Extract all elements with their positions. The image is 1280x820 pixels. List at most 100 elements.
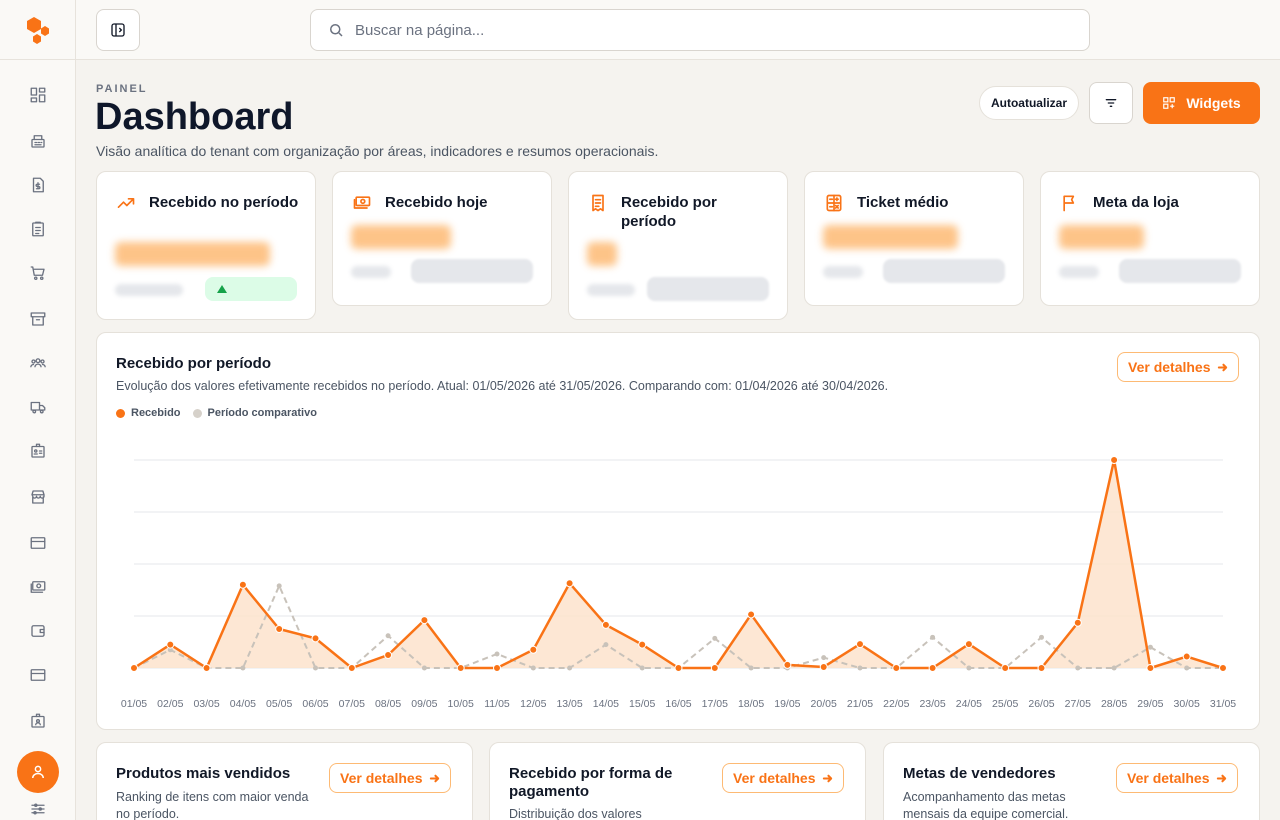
autoupdate-button[interactable]: Autoatualizar — [979, 86, 1079, 120]
sidebar-item-dashboard[interactable] — [26, 83, 50, 107]
x-tick-label: 05/05 — [266, 698, 292, 710]
kpi-badge-redacted — [883, 259, 1005, 283]
card-description: Ranking de itens com maior venda no perí… — [116, 790, 309, 820]
money-icon — [30, 581, 46, 593]
logo[interactable] — [0, 0, 76, 60]
x-tick-label: 04/05 — [230, 698, 256, 710]
search-input[interactable] — [355, 21, 1055, 39]
credit-card-icon — [30, 537, 46, 549]
kpi-label: Recebido hoje — [385, 194, 488, 211]
sidebar-item-employees[interactable] — [26, 439, 50, 463]
sidebar-item-cash[interactable] — [26, 575, 50, 599]
kpi-card-store-goal[interactable]: Meta da loja — [1040, 171, 1260, 306]
details-label: Ver detalhes — [340, 770, 423, 786]
x-tick-label: 18/05 — [738, 698, 764, 710]
sidebar-item-wallet[interactable] — [26, 619, 50, 643]
archive-icon — [30, 312, 46, 326]
x-tick-label: 24/05 — [956, 698, 982, 710]
top-products-details-button[interactable]: Ver detalhes — [329, 763, 451, 793]
kpi-subtext-redacted — [823, 266, 863, 278]
x-tick-label: 29/05 — [1137, 698, 1163, 710]
dashboard-icon — [30, 87, 46, 103]
card-title: Metas de vendedores — [903, 765, 1056, 782]
data-point-received — [420, 616, 429, 625]
kpi-label: Recebido no período — [149, 194, 299, 211]
topbar — [76, 0, 1280, 60]
x-tick-label: 07/05 — [339, 698, 365, 710]
data-point-comparison — [421, 665, 427, 671]
kpi-subtext-redacted — [115, 284, 183, 296]
line-chart[interactable]: 01/05 02/05 03/05 04/05 05/05 06/05 07/05 08/05… — [97, 333, 1261, 731]
flag-icon — [1060, 193, 1080, 213]
filter-button[interactable] — [1089, 82, 1133, 124]
kpi-value-redacted — [351, 225, 451, 249]
x-tick-label: 25/05 — [992, 698, 1018, 710]
badge-icon — [31, 443, 45, 458]
arrow-right-icon — [822, 774, 832, 782]
sidebar-item-customers[interactable] — [26, 351, 50, 375]
x-tick-label: 27/05 — [1065, 698, 1091, 710]
kpi-card-received-today[interactable]: Recebido hoje — [332, 171, 552, 306]
data-point-comparison — [276, 583, 282, 589]
kpi-badge-redacted — [1119, 259, 1241, 283]
search-box[interactable] — [310, 9, 1090, 51]
x-tick-label: 26/05 — [1028, 698, 1054, 710]
x-tick-label: 12/05 — [520, 698, 546, 710]
payment-method-details-button[interactable]: Ver detalhes — [722, 763, 844, 793]
sidebar-item-reports[interactable] — [26, 217, 50, 241]
sidebar-item-settings[interactable] — [26, 797, 50, 820]
x-tick-label: 17/05 — [702, 698, 728, 710]
widgets-icon — [1163, 97, 1176, 109]
data-point-received — [783, 660, 792, 669]
x-tick-label: 20/05 — [811, 698, 837, 710]
sidebar-item-cash-register[interactable] — [26, 129, 50, 153]
sidebar-item-inventory[interactable] — [26, 307, 50, 331]
card-description: Distribuição dos valores — [509, 807, 642, 820]
sidebar-item-staff[interactable] — [26, 709, 50, 733]
data-point-received — [892, 664, 901, 672]
data-point-received — [1037, 664, 1046, 672]
kpi-subtext-redacted — [1059, 266, 1099, 278]
data-point-comparison — [530, 665, 536, 671]
data-point-comparison — [930, 634, 936, 640]
x-tick-label: 06/05 — [302, 698, 328, 710]
sidebar-item-invoices[interactable] — [26, 173, 50, 197]
x-tick-label: 15/05 — [629, 698, 655, 710]
widgets-button[interactable]: Widgets — [1143, 82, 1260, 124]
data-point-received — [529, 645, 538, 654]
data-point-received — [384, 651, 393, 659]
sidebar-toggle-button[interactable] — [96, 9, 140, 51]
wallet-icon — [31, 625, 45, 637]
clipboard-icon — [32, 221, 44, 237]
store-icon — [31, 490, 45, 504]
kpi-subtext-redacted — [587, 284, 635, 296]
sidebar-item-cards[interactable] — [26, 663, 50, 687]
data-point-received — [347, 664, 356, 672]
x-tick-label: 23/05 — [919, 698, 945, 710]
data-point-comparison — [1184, 665, 1190, 671]
seller-goals-details-button[interactable]: Ver detalhes — [1116, 763, 1238, 793]
details-label: Ver detalhes — [1127, 770, 1210, 786]
sidebar-item-payments[interactable] — [26, 531, 50, 555]
data-point-received — [856, 640, 864, 649]
data-point-comparison — [639, 665, 645, 671]
kpi-card-received-by-period[interactable]: Recebido por período — [568, 171, 788, 320]
x-tick-label: 14/05 — [593, 698, 619, 710]
kpi-card-average-ticket[interactable]: Ticket médio — [804, 171, 1024, 306]
sidebar-item-delivery[interactable] — [26, 395, 50, 419]
x-tick-label: 09/05 — [411, 698, 437, 710]
user-icon — [32, 765, 44, 779]
sidebar-toggle-icon — [111, 23, 125, 37]
kpi-card-received-period[interactable]: Recebido no período — [96, 171, 316, 320]
cart-icon — [30, 266, 45, 281]
data-point-received — [747, 610, 756, 619]
receipt-icon — [588, 193, 608, 213]
logo-icon — [27, 16, 49, 44]
cash-icon — [352, 193, 372, 213]
data-point-received — [964, 640, 973, 649]
data-point-comparison — [1039, 634, 1044, 640]
sidebar-item-stores[interactable] — [26, 485, 50, 509]
calculator-icon — [824, 193, 844, 213]
sidebar-item-sales[interactable] — [26, 261, 50, 285]
user-avatar-button[interactable] — [17, 751, 59, 793]
